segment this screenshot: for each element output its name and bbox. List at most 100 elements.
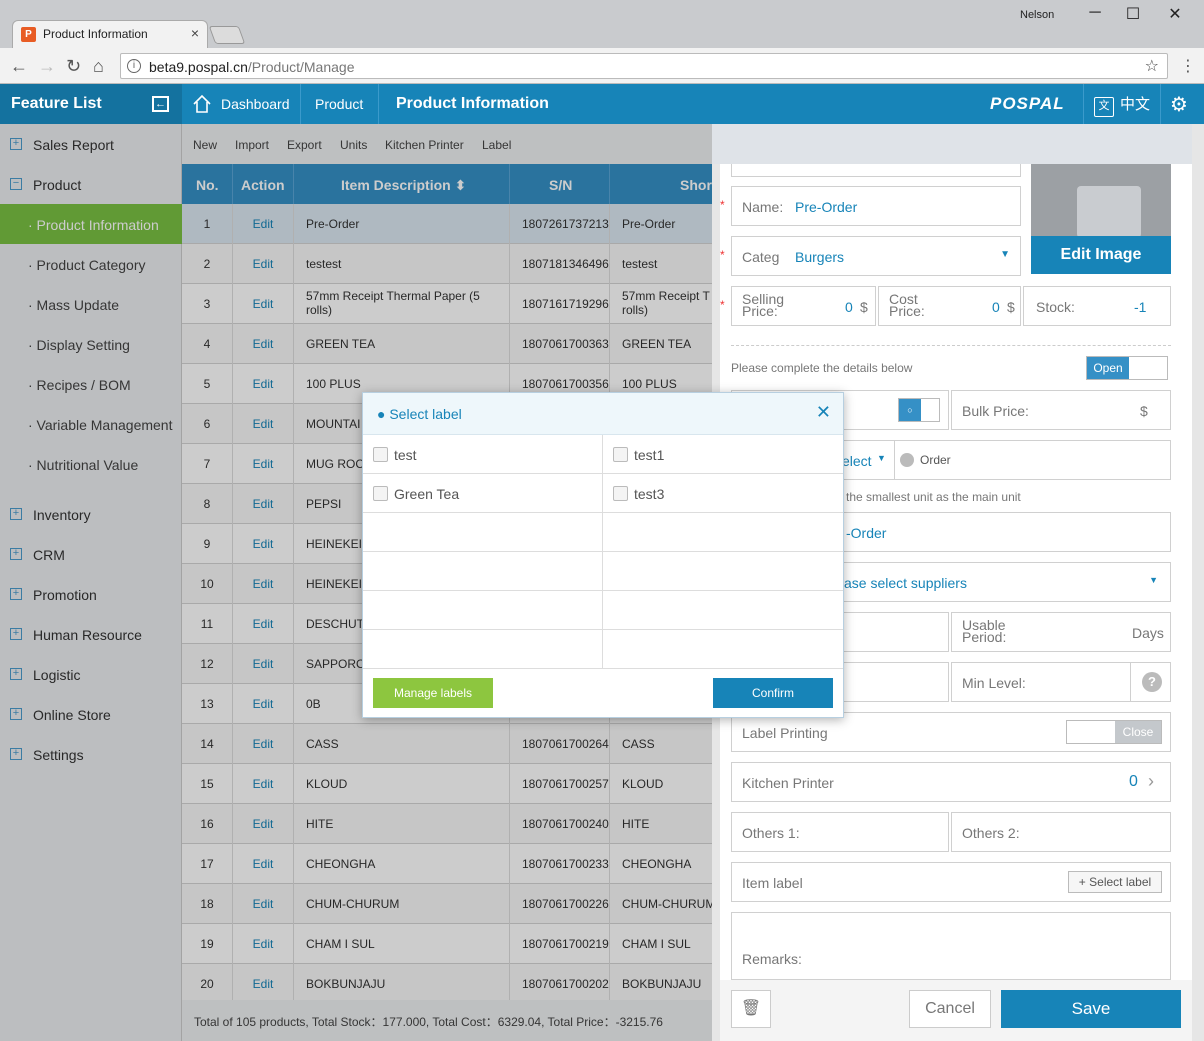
label-option-test3[interactable]: test3 bbox=[603, 474, 843, 513]
stock-field[interactable]: Stock: -1 bbox=[1023, 286, 1171, 326]
info-icon[interactable]: i bbox=[127, 59, 141, 73]
selling-price-value: 0 bbox=[845, 299, 853, 315]
bulk-price-field[interactable]: Bulk Price: $ bbox=[951, 390, 1171, 430]
others1-field[interactable]: Others 1: bbox=[731, 812, 949, 852]
back-icon[interactable]: ← bbox=[10, 56, 28, 77]
remarks-label: Remarks: bbox=[742, 951, 802, 967]
label-empty-cell bbox=[603, 552, 843, 591]
dialog-header: ● Select label ✕ bbox=[363, 393, 843, 435]
profile-user[interactable]: Nelson bbox=[1020, 9, 1054, 21]
gear-icon[interactable]: ⚙ bbox=[1170, 92, 1188, 117]
delete-button[interactable]: 🗑 bbox=[731, 990, 771, 1028]
label-option-test1[interactable]: test1 bbox=[603, 435, 843, 474]
bookmark-star-icon[interactable]: ☆ bbox=[1145, 56, 1159, 76]
barcode-value: -Order bbox=[846, 525, 887, 541]
select-option[interactable]: elect bbox=[842, 453, 872, 469]
label-option-green-tea[interactable]: Green Tea bbox=[363, 474, 603, 513]
name-field[interactable]: Name: Pre-Order bbox=[731, 186, 1021, 226]
remarks-field[interactable]: Remarks: bbox=[731, 912, 1171, 980]
others2-field[interactable]: Others 2: bbox=[951, 812, 1171, 852]
selling-price-field[interactable]: Selling Price: 0 $ bbox=[731, 286, 876, 326]
close-icon[interactable]: ✕ bbox=[816, 402, 831, 423]
bulk-toggle[interactable]: ○ bbox=[898, 398, 940, 422]
window-close-icon[interactable]: ✕ bbox=[1160, 4, 1190, 24]
field-divider bbox=[894, 441, 895, 479]
label-option-text: test1 bbox=[634, 447, 665, 463]
label-printing-field: Label Printing Close bbox=[731, 712, 1171, 752]
category-select[interactable]: Categ Burgers ▼ bbox=[731, 236, 1021, 276]
confirm-button[interactable]: Confirm bbox=[713, 678, 833, 708]
stock-value: -1 bbox=[1134, 299, 1147, 315]
others1-label: Others 1: bbox=[742, 825, 800, 841]
currency-symbol: $ bbox=[1007, 299, 1015, 315]
product-image[interactable]: Edit Image bbox=[1031, 164, 1171, 274]
name-value: Pre-Order bbox=[795, 199, 858, 215]
chevron-down-icon: ▼ bbox=[1000, 249, 1010, 260]
edit-image-button[interactable]: Edit Image bbox=[1031, 236, 1171, 274]
label-option-test[interactable]: test bbox=[363, 435, 603, 474]
tab-title: Product Information bbox=[43, 27, 148, 41]
dashboard-home-icon[interactable] bbox=[192, 94, 212, 114]
save-button[interactable]: Save bbox=[1001, 990, 1181, 1028]
kitchen-printer-count: 0 bbox=[1129, 773, 1138, 790]
reload-icon[interactable]: ↻ bbox=[66, 56, 81, 77]
details-note: Please complete the details below bbox=[731, 361, 913, 375]
checkbox[interactable] bbox=[373, 447, 388, 462]
kitchen-printer-field[interactable]: Kitchen Printer 0 › bbox=[731, 762, 1171, 802]
currency-symbol: $ bbox=[1140, 403, 1148, 419]
browser-menu-icon[interactable]: ⋮ bbox=[1180, 56, 1196, 76]
cost-price-value: 0 bbox=[992, 299, 1000, 315]
forward-icon[interactable]: → bbox=[38, 56, 56, 77]
url-text: beta9.pospal.cn/Product/Manage bbox=[149, 59, 355, 75]
breadcrumb-product[interactable]: Product bbox=[315, 96, 363, 112]
label-empty-cell bbox=[363, 630, 603, 669]
required-marker: * bbox=[720, 248, 725, 262]
feature-list-title: Feature List ← bbox=[0, 84, 182, 124]
item-label-label: Item label bbox=[742, 875, 803, 891]
new-tab-button[interactable] bbox=[208, 26, 246, 44]
breadcrumb-current: Product Information bbox=[396, 95, 549, 112]
kitchen-printer-label: Kitchen Printer bbox=[742, 775, 834, 791]
select-label-button[interactable]: + Select label bbox=[1068, 871, 1162, 893]
checkbox[interactable] bbox=[613, 486, 628, 501]
manage-labels-button[interactable]: Manage labels bbox=[373, 678, 493, 708]
pospal-logo-icon: P bbox=[21, 27, 36, 42]
required-marker: * bbox=[720, 298, 725, 312]
cancel-button[interactable]: Cancel bbox=[909, 990, 991, 1028]
breadcrumb-divider bbox=[378, 84, 379, 124]
section-divider bbox=[731, 345, 1171, 346]
cost-price-field[interactable]: Cost Price: 0 $ bbox=[878, 286, 1021, 326]
help-icon[interactable]: ? bbox=[1142, 672, 1162, 692]
radio-order[interactable] bbox=[900, 453, 914, 467]
cost-price-label: Cost Price: bbox=[889, 291, 925, 319]
chevron-down-icon: ▼ bbox=[877, 453, 886, 463]
close-state: Close bbox=[1115, 721, 1161, 743]
toggle-knob: ○ bbox=[899, 399, 921, 421]
checkbox[interactable] bbox=[373, 486, 388, 501]
breadcrumb-dashboard[interactable]: Dashboard bbox=[221, 96, 290, 112]
label-empty-cell bbox=[363, 591, 603, 630]
min-level-field[interactable]: Min Level: ? bbox=[951, 662, 1171, 702]
label-empty-cell bbox=[603, 513, 843, 552]
panel-scrollbar[interactable] bbox=[1192, 124, 1204, 1041]
open-state: Open bbox=[1087, 357, 1129, 379]
unit-note: the smallest unit as the main unit bbox=[846, 490, 1021, 504]
name-label: Name: bbox=[742, 199, 784, 215]
label-empty-cell bbox=[603, 591, 843, 630]
language-switch[interactable]: 文中文 bbox=[1094, 93, 1150, 117]
maximize-icon[interactable]: ☐ bbox=[1118, 4, 1148, 24]
url-input[interactable]: i beta9.pospal.cn/Product/Manage ☆ bbox=[120, 53, 1168, 79]
checkbox[interactable] bbox=[613, 447, 628, 462]
min-level-label: Min Level: bbox=[962, 675, 1026, 691]
label-option-text: Green Tea bbox=[394, 486, 460, 502]
label-printing-toggle[interactable]: Close bbox=[1066, 720, 1162, 744]
home-icon[interactable]: ⌂ bbox=[93, 56, 104, 77]
bulk-price-label: Bulk Price: bbox=[962, 403, 1029, 419]
stock-label: Stock: bbox=[1036, 299, 1075, 315]
browser-tab[interactable]: P Product Information × bbox=[12, 20, 208, 48]
close-icon[interactable]: × bbox=[191, 25, 199, 41]
collapse-sidebar-icon[interactable]: ← bbox=[152, 96, 169, 112]
minimize-icon[interactable]: ─ bbox=[1080, 4, 1110, 22]
details-toggle[interactable]: Open bbox=[1086, 356, 1168, 380]
usable-period-field[interactable]: Usable Period: Days bbox=[951, 612, 1171, 652]
